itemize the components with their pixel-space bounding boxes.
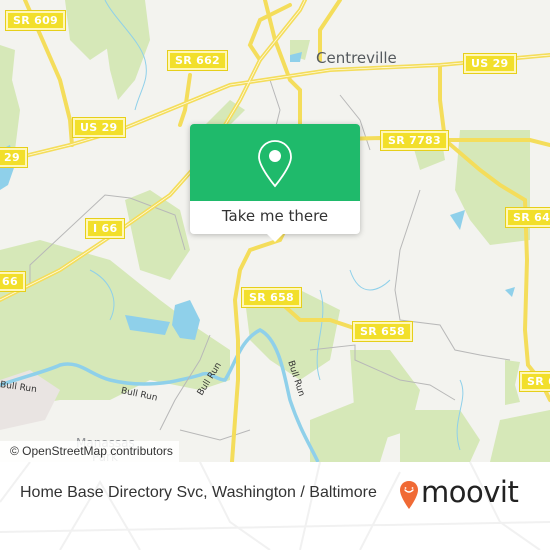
road-shield-sr-658: SR 658 bbox=[241, 287, 302, 308]
lake bbox=[505, 287, 515, 297]
lake bbox=[450, 210, 465, 230]
location-title: Home Base Directory Svc, Washington / Ba… bbox=[20, 484, 377, 501]
park-area bbox=[100, 0, 150, 100]
road-shield-sr-6: SR 6 bbox=[518, 371, 550, 392]
road-shield-sr-7783: SR 7783 bbox=[380, 130, 449, 151]
road-shield-us-29: US 29 bbox=[72, 117, 126, 138]
park-area bbox=[505, 360, 520, 405]
map-attribution[interactable]: © OpenStreetMap contributors bbox=[0, 441, 179, 462]
moovit-pin-icon bbox=[400, 481, 418, 509]
minor-road bbox=[179, 429, 251, 441]
road-shield-us-29: US 29 bbox=[463, 53, 517, 74]
take-me-there-button[interactable]: Take me there bbox=[190, 201, 360, 234]
popup-pointer bbox=[266, 233, 284, 242]
park-area bbox=[400, 410, 480, 462]
footer-bar: Home Base Directory Svc, Washington / Ba… bbox=[0, 462, 550, 550]
map-pin-icon bbox=[258, 140, 292, 188]
map-widget: Centreville Manassas Park Bull Run Bull … bbox=[0, 0, 550, 550]
map-view[interactable]: Centreville Manassas Park Bull Run Bull … bbox=[0, 0, 550, 462]
road-shield-sr-609: SR 609 bbox=[5, 10, 66, 31]
road-shield-i-66: I 66 bbox=[84, 218, 126, 239]
park-area bbox=[490, 410, 550, 462]
road-shield-29: 29 bbox=[0, 147, 28, 168]
road-shield-66: 66 bbox=[0, 271, 26, 292]
moovit-wordmark: moovit bbox=[421, 475, 519, 509]
minor-road bbox=[269, 79, 281, 131]
road-shield-sr-662: SR 662 bbox=[167, 50, 228, 71]
road-shield-sr-645: SR 645 bbox=[505, 207, 550, 228]
stream bbox=[349, 269, 391, 291]
place-label-centreville: Centreville bbox=[316, 49, 397, 67]
location-popup: Take me there bbox=[190, 124, 360, 242]
popup-header bbox=[190, 124, 360, 201]
road-shield-sr-658: SR 658 bbox=[352, 321, 413, 342]
park-area bbox=[455, 130, 530, 245]
